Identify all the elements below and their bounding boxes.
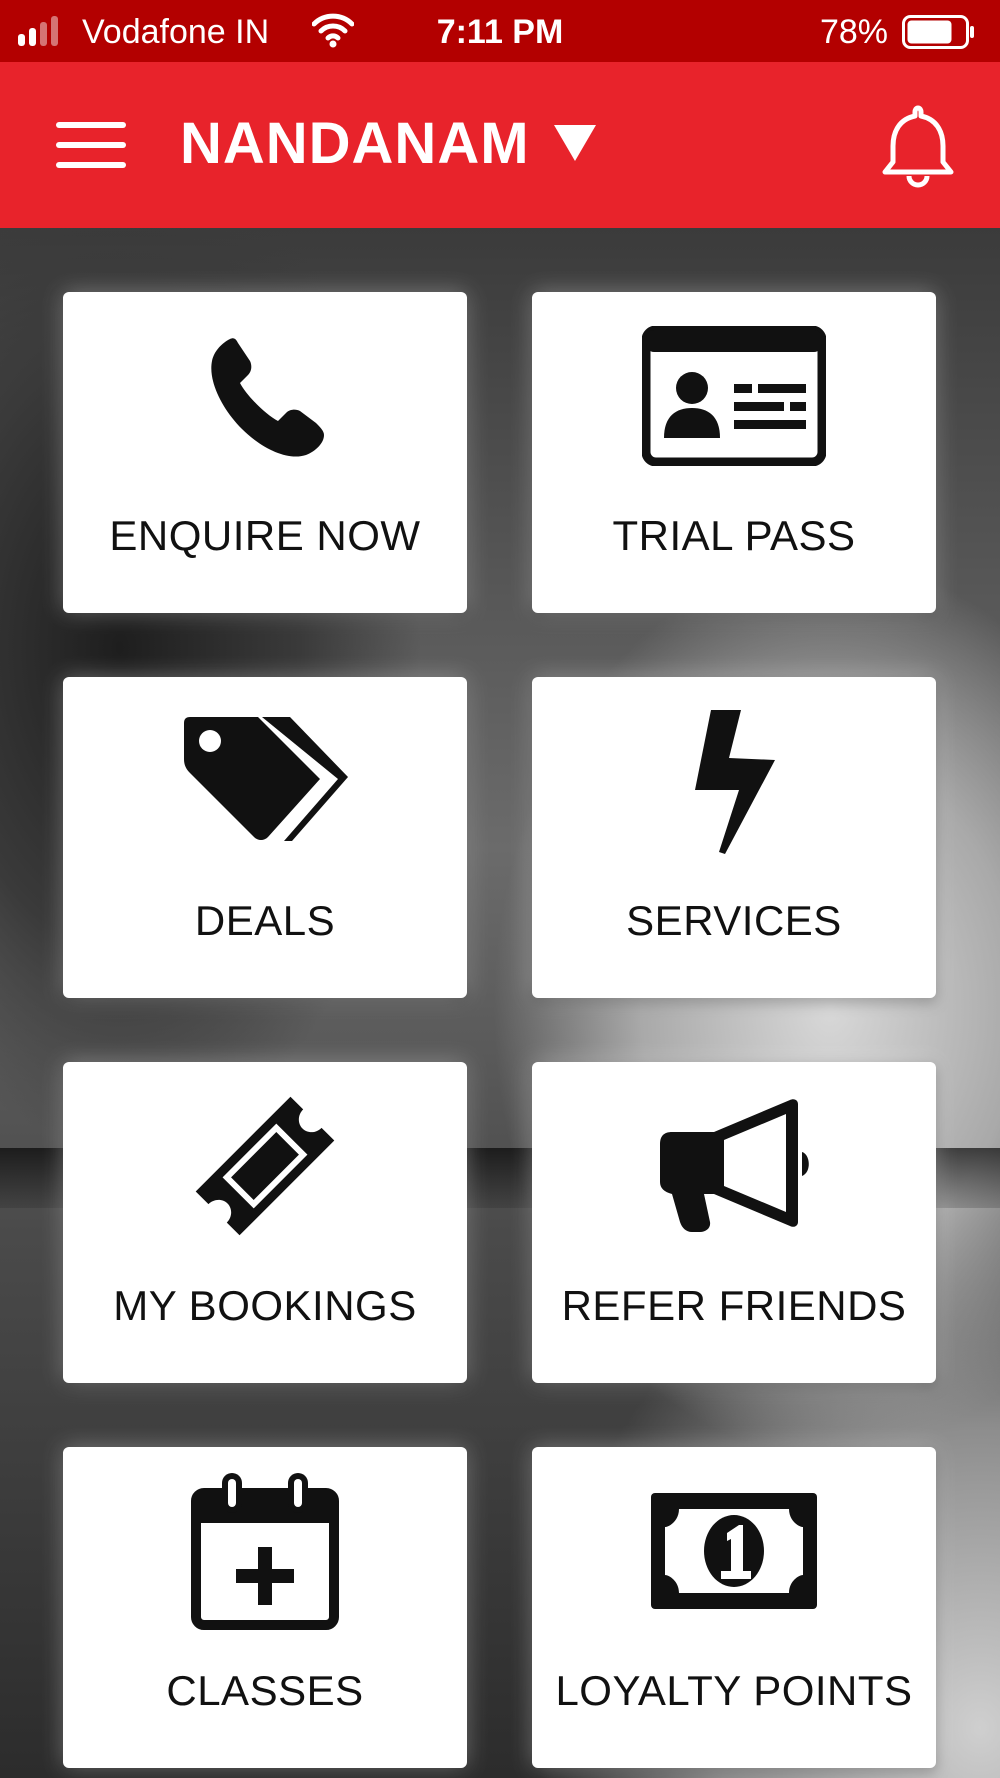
calendar-add-icon bbox=[191, 1473, 339, 1630]
hamburger-menu-icon[interactable] bbox=[56, 122, 126, 168]
services-label: SERVICES bbox=[626, 897, 842, 944]
price-tags-icon bbox=[184, 717, 348, 841]
bell-icon[interactable] bbox=[880, 102, 956, 188]
classes-label: CLASSES bbox=[166, 1667, 364, 1714]
refer-friends-label: REFER FRIENDS bbox=[561, 1282, 907, 1329]
deals-label: DEALS bbox=[194, 897, 336, 944]
loyalty-points-label: LOYALTY POINTS bbox=[555, 1667, 913, 1714]
deals-tile[interactable]: DEALS bbox=[63, 677, 467, 998]
loyalty-points-tile[interactable]: LOYALTY POINTS bbox=[532, 1447, 936, 1768]
app-screen: Vodafone IN 7:11 PM 78% NANDANAM ENQUIRE… bbox=[0, 0, 1000, 1778]
classes-tile[interactable]: CLASSES bbox=[63, 1447, 467, 1768]
enquire-now-tile[interactable]: ENQUIRE NOW bbox=[63, 292, 467, 613]
location-selector[interactable]: NANDANAM bbox=[180, 108, 598, 178]
ticket-icon bbox=[195, 1096, 335, 1236]
refer-friends-tile[interactable]: REFER FRIENDS bbox=[532, 1062, 936, 1383]
megaphone-icon bbox=[660, 1099, 809, 1232]
triangle-down-icon bbox=[553, 125, 596, 161]
app-header: NANDANAM bbox=[0, 62, 1000, 228]
my-bookings-label: MY BOOKINGS bbox=[113, 1282, 417, 1329]
enquire-now-label: ENQUIRE NOW bbox=[109, 512, 421, 559]
location-name: NANDANAM bbox=[180, 110, 530, 176]
lightning-bolt-icon bbox=[695, 710, 775, 854]
services-tile[interactable]: SERVICES bbox=[532, 677, 936, 998]
battery-icon bbox=[902, 15, 974, 49]
id-card-icon bbox=[642, 326, 826, 466]
my-bookings-tile[interactable]: MY BOOKINGS bbox=[63, 1062, 467, 1383]
banknote-icon bbox=[651, 1493, 817, 1609]
status-bar: Vodafone IN 7:11 PM 78% bbox=[0, 0, 1000, 62]
phone-icon bbox=[211, 338, 324, 457]
trial-pass-tile[interactable]: TRIAL PASS bbox=[532, 292, 936, 613]
trial-pass-label: TRIAL PASS bbox=[612, 512, 856, 559]
battery-percentage: 78% bbox=[819, 13, 888, 51]
